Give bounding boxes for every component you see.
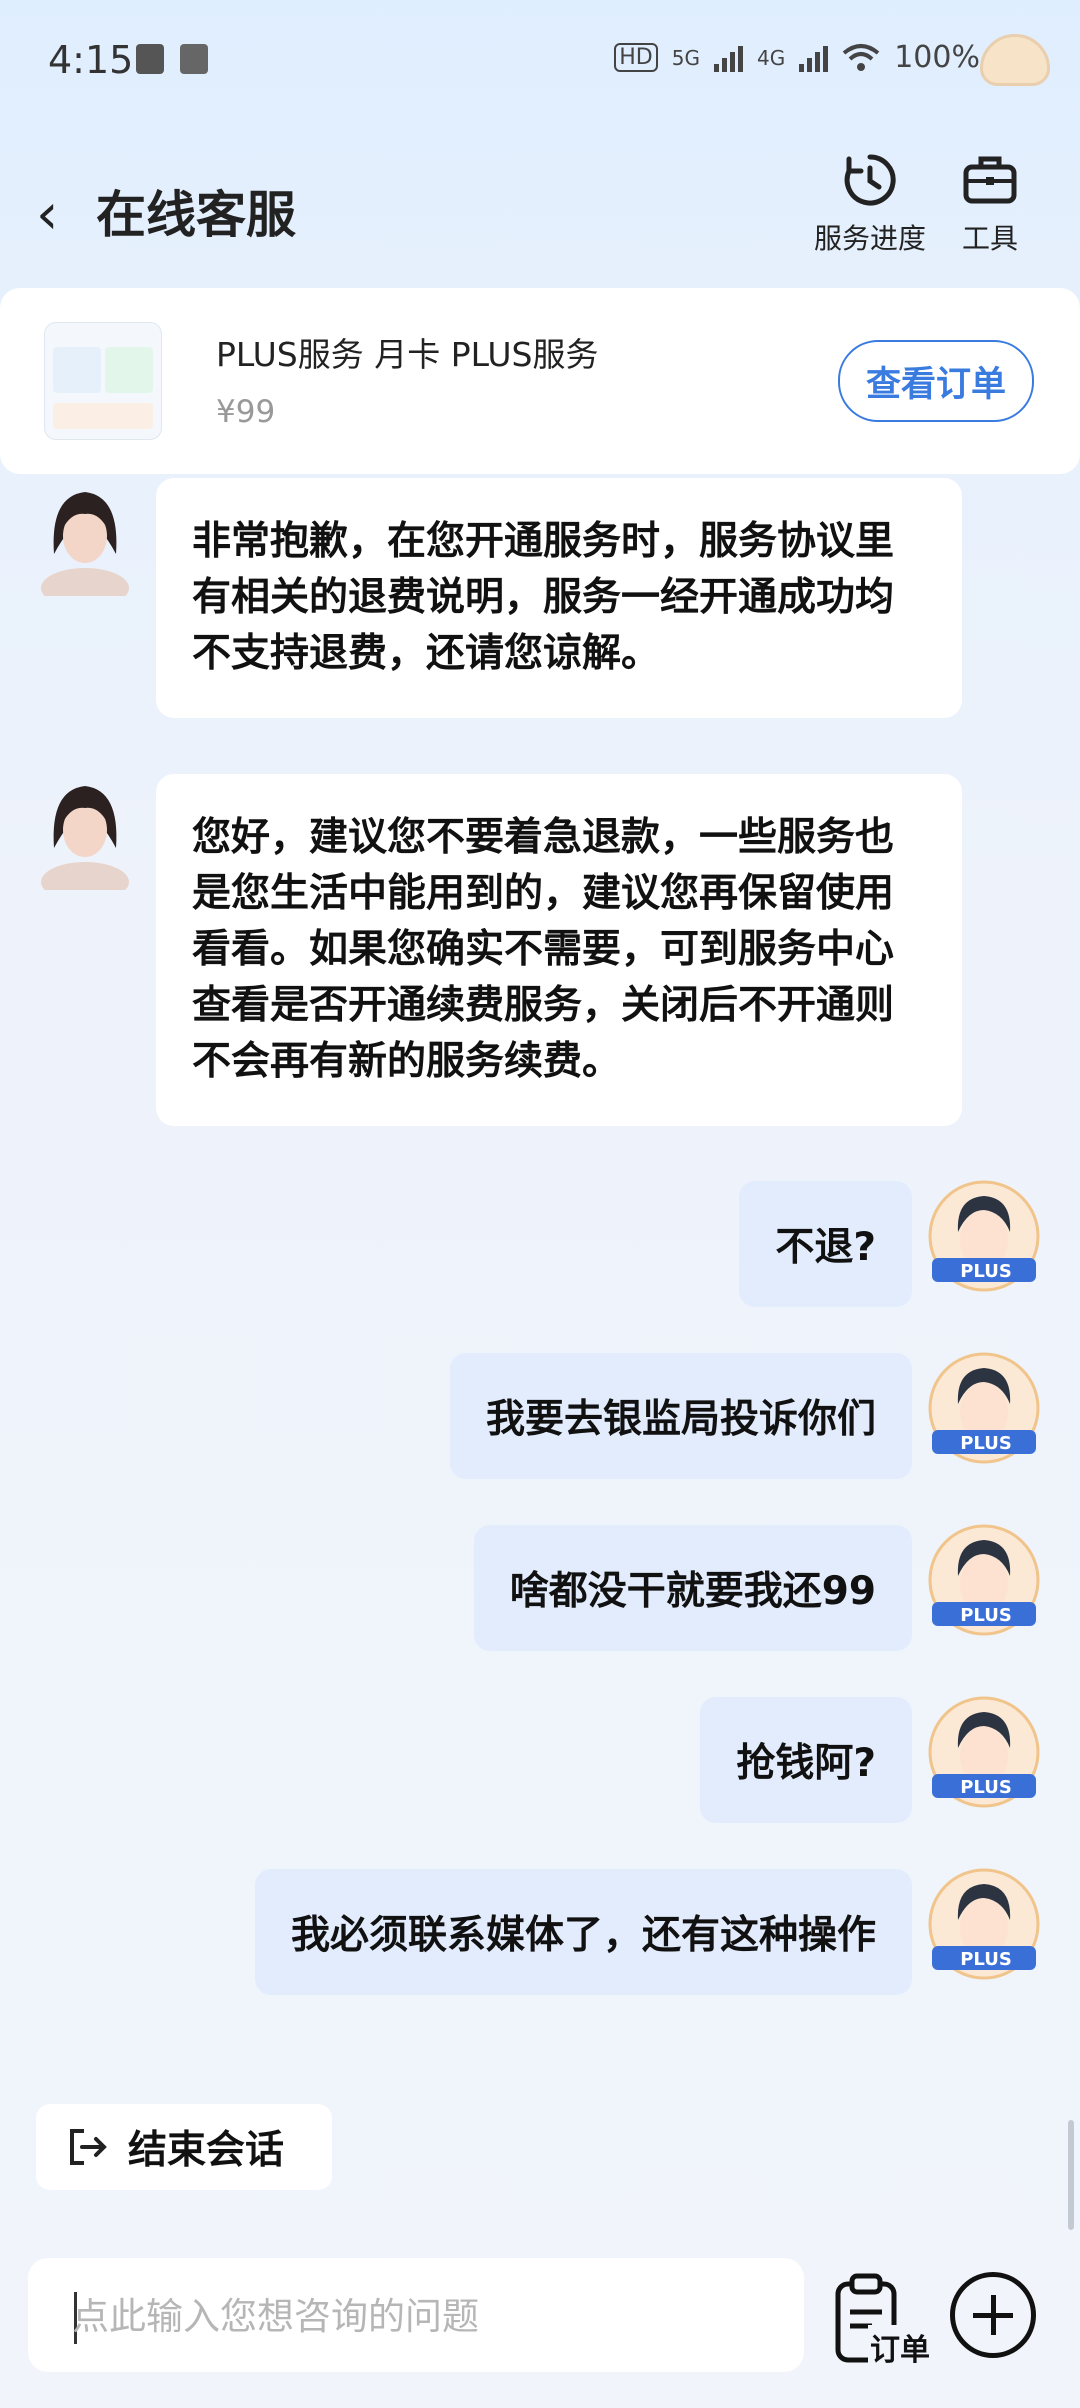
- user-message: 抢钱阿?: [700, 1697, 912, 1823]
- order-card: PLUS服务 月卡 PLUS服务 ¥99 查看订单: [0, 288, 1080, 474]
- agent-message: 非常抱歉，在您开通服务时，服务协议里有相关的退费说明，服务一经开通成功均不支持退…: [156, 478, 962, 718]
- hat-icon: [980, 34, 1050, 86]
- clock-history-icon: [844, 154, 896, 206]
- message-input[interactable]: [72, 2288, 772, 2344]
- network-4g-label: 4G: [756, 45, 786, 70]
- order-button-label[interactable]: 订单: [868, 2325, 932, 2369]
- tools-button[interactable]: 工具: [925, 151, 1055, 257]
- agent-message: 您好，建议您不要着急退款，一些服务也是您生活中能用到的，建议您再保留使用看看。如…: [156, 774, 962, 1126]
- network-5g-label: 5G: [671, 45, 700, 70]
- user-message: 我必须联系媒体了，还有这种操作: [254, 1869, 912, 1995]
- plus-badge-text: PLUS: [960, 1261, 1012, 1282]
- back-button[interactable]: ‹: [36, 187, 58, 243]
- plus-badge-text: PLUS: [960, 1777, 1012, 1798]
- shield-check-icon: [136, 44, 164, 74]
- user-message: 啥都没干就要我还99: [473, 1525, 912, 1651]
- page-title: 在线客服: [96, 186, 296, 244]
- user-message: 我要去银监局投诉你们: [449, 1353, 912, 1479]
- add-button[interactable]: [950, 2272, 1036, 2358]
- hd-badge: HD: [614, 43, 658, 72]
- service-progress-label: 服务进度: [813, 222, 926, 255]
- status-bar: 4:15 HD 5G 4G 100%: [0, 0, 1080, 125]
- briefcase-icon: [963, 156, 1017, 204]
- product-thumbnail: [44, 322, 162, 440]
- user-message: 不退?: [739, 1181, 912, 1307]
- user-avatar: PLUS: [928, 1696, 1040, 1808]
- user-avatar: PLUS: [928, 1524, 1040, 1636]
- message-input-container: [28, 2258, 804, 2372]
- end-chat-button[interactable]: 结束会话: [36, 2104, 332, 2190]
- user-avatar: PLUS: [928, 1868, 1040, 1980]
- wifi-icon: [842, 43, 880, 71]
- end-chat-label: 结束会话: [128, 2128, 285, 2173]
- security-icon: [180, 44, 208, 74]
- order-title: PLUS服务 月卡 PLUS服务: [216, 335, 599, 374]
- tools-label: 工具: [961, 222, 1018, 255]
- chat-header: ‹ 在线客服 服务进度 工具: [0, 125, 1080, 285]
- status-time: 4:15: [48, 38, 134, 82]
- user-avatar: PLUS: [928, 1352, 1040, 1464]
- agent-avatar: [41, 786, 129, 890]
- signal-icon: [713, 44, 743, 72]
- view-order-button[interactable]: 查看订单: [838, 340, 1034, 422]
- plus-badge-text: PLUS: [960, 1433, 1012, 1454]
- battery-text: 100%: [894, 40, 980, 75]
- signal-icon-2: [799, 44, 829, 72]
- service-progress-button[interactable]: 服务进度: [805, 151, 935, 257]
- agent-avatar: [41, 492, 129, 596]
- plus-badge-text: PLUS: [960, 1605, 1012, 1626]
- user-avatar: PLUS: [928, 1180, 1040, 1292]
- scrollbar[interactable]: [1068, 2120, 1074, 2230]
- status-indicators: HD 5G 4G 100%: [614, 40, 980, 75]
- exit-icon: [70, 2129, 107, 2165]
- order-price: ¥99: [216, 394, 276, 430]
- plus-badge-text: PLUS: [960, 1949, 1012, 1970]
